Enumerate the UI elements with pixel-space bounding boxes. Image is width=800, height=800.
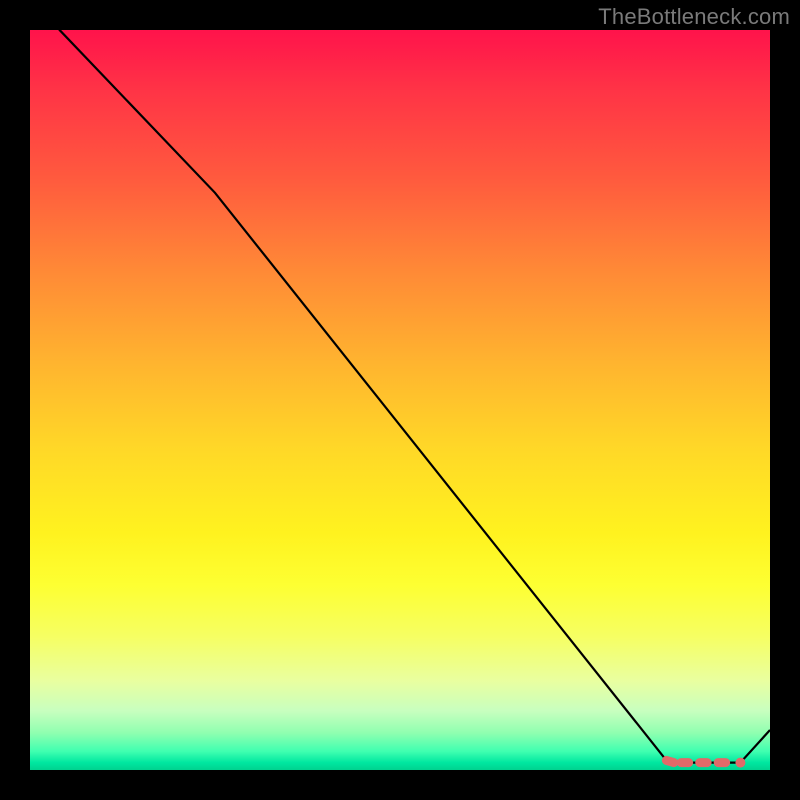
attribution-label: TheBottleneck.com	[598, 4, 790, 30]
chart-frame: TheBottleneck.com	[0, 0, 800, 800]
marker-points	[735, 758, 745, 768]
marker-segment	[666, 760, 673, 762]
chart-svg	[30, 30, 770, 770]
marker-point	[735, 758, 745, 768]
marker-segments	[666, 760, 725, 762]
plot-area	[30, 30, 770, 770]
curve-main	[30, 30, 770, 763]
